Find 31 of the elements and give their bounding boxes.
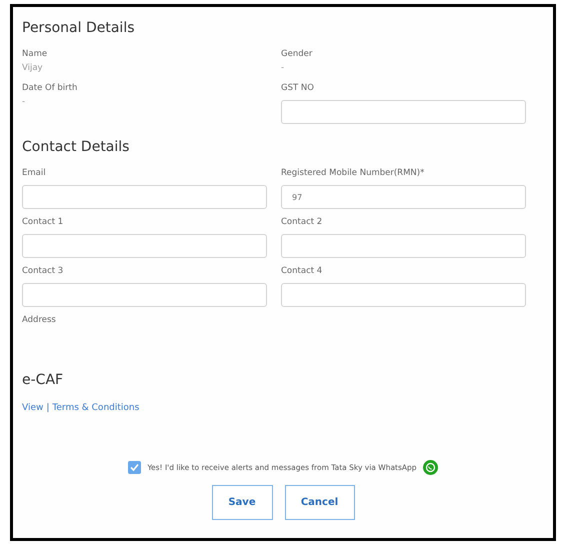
- field-label: Date Of birth: [22, 82, 78, 95]
- field-value: -: [22, 96, 26, 109]
- field-label: Contact 4: [281, 265, 322, 278]
- field-label: Contact 1: [22, 216, 64, 229]
- input-field[interactable]: [281, 100, 526, 124]
- checkbox[interactable]: [128, 461, 142, 474]
- field-value: Vijay: [22, 62, 43, 75]
- field-value: -: [281, 62, 284, 75]
- field-label: Contact 3: [22, 265, 64, 278]
- input-field[interactable]: [22, 185, 267, 209]
- chat-icon: [422, 460, 438, 475]
- field-label: Name: [22, 48, 48, 61]
- input-field[interactable]: [22, 283, 267, 307]
- cancel-button[interactable]: Cancel: [284, 485, 354, 520]
- link[interactable]: Terms & Conditions: [52, 403, 140, 413]
- save-button[interactable]: Save: [212, 485, 272, 520]
- link-separator: |: [46, 403, 50, 413]
- section-heading: Contact Details: [22, 138, 130, 157]
- section-heading: Personal Details: [22, 19, 136, 38]
- field-label: Email: [22, 167, 46, 180]
- field-label: Registered Mobile Number(RMN)*: [281, 167, 424, 180]
- input-field[interactable]: [281, 234, 526, 258]
- input-field[interactable]: [22, 234, 267, 258]
- field-label: Gender: [281, 48, 312, 61]
- input-field[interactable]: 97: [281, 185, 526, 209]
- input-field[interactable]: [281, 283, 526, 307]
- field-label: Address: [22, 314, 56, 327]
- field-label: GST NO: [281, 82, 314, 95]
- section-heading: e-CAF: [22, 371, 64, 390]
- link[interactable]: View: [22, 403, 44, 413]
- field-label: Contact 2: [281, 216, 322, 229]
